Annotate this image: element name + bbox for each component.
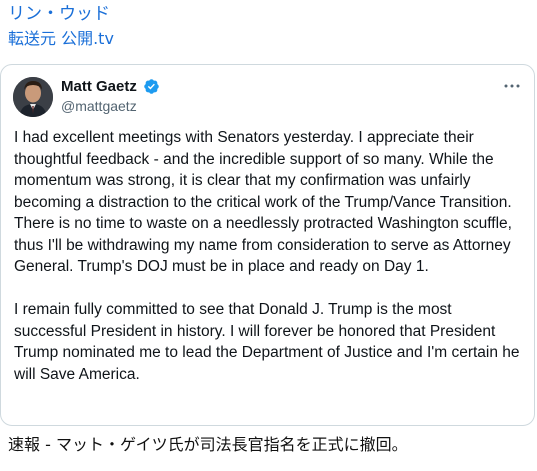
embedded-tweet-card: Matt Gaetz @mattgaetz I had excellent me… xyxy=(0,64,535,426)
source-link[interactable]: 転送元 公開.tv xyxy=(8,28,114,50)
more-options-button[interactable] xyxy=(500,77,524,95)
more-horizontal-icon xyxy=(504,84,520,88)
tweet-text: I had excellent meetings with Senators y… xyxy=(14,127,528,385)
user-handle[interactable]: @mattgaetz xyxy=(61,98,137,115)
tweet-paragraph: I remain fully committed to see that Don… xyxy=(14,301,520,383)
post-page: リン・ウッド 転送元 公開.tv Matt Gaetz @mattgaetz I… xyxy=(0,0,537,471)
avatar[interactable] xyxy=(13,77,53,117)
display-name[interactable]: Matt Gaetz xyxy=(61,78,137,96)
author-link[interactable]: リン・ウッド xyxy=(8,3,110,25)
post-caption: 速報 - マット・ゲイツ氏が司法長官指名を正式に撤回。 xyxy=(8,435,408,454)
avatar-image xyxy=(13,77,53,117)
tweet-paragraph: I had excellent meetings with Senators y… xyxy=(14,129,512,275)
verified-badge-icon xyxy=(144,79,159,94)
